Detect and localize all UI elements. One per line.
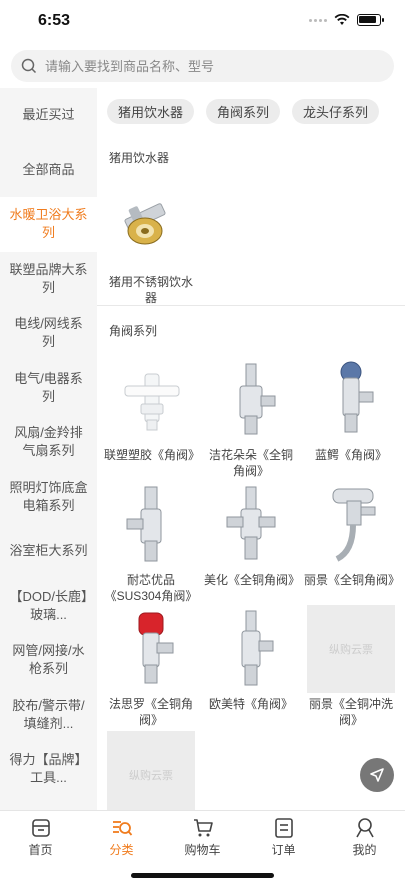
- tab-profile[interactable]: 我的: [324, 811, 405, 864]
- product-card[interactable]: 洁花朵朵《全铜角阀》: [203, 356, 299, 479]
- product-card[interactable]: 美化《全铜角阀》: [203, 481, 301, 588]
- product-name: 丽景《全铜冲洗阀》: [308, 697, 393, 727]
- profile-icon: [355, 818, 374, 838]
- product-name: 法思罗《全铜角阀》: [108, 697, 193, 727]
- product-image: [307, 356, 395, 444]
- product-name: 丽景《全铜角阀》: [304, 573, 401, 587]
- product-card[interactable]: 纵购云票 丽景《全铜冲洗阀》: [303, 605, 399, 728]
- home-indicator: [131, 873, 274, 878]
- chip-faucet[interactable]: 龙头仔系列: [292, 99, 380, 124]
- sidebar-item-hose[interactable]: 网管/网接/水枪系列: [0, 633, 97, 688]
- product-name: 洁花朵朵《全铜角阀》: [208, 448, 293, 478]
- product-name: 联塑塑胶《角阀》: [104, 448, 201, 462]
- wifi-icon: [334, 14, 350, 25]
- tab-orders[interactable]: 订单: [243, 811, 324, 864]
- product-card[interactable]: 欧美特《角阀》: [203, 605, 299, 712]
- product-image: [207, 481, 295, 569]
- section-title: 猪用饮水器: [109, 151, 170, 165]
- product-image: [207, 356, 295, 444]
- battery-icon: [357, 14, 384, 26]
- sidebar-item-recent[interactable]: 最近买过: [0, 88, 97, 143]
- tab-cart[interactable]: 购物车: [162, 811, 243, 864]
- divider: [97, 305, 405, 306]
- sidebar-item-electrical[interactable]: 电气/电器系列: [0, 361, 97, 416]
- product-image-placeholder: 纵购云票: [107, 731, 195, 810]
- product-name: 猪用不锈钢饮水器: [108, 275, 193, 305]
- product-content: 猪用饮水器 角阀系列 龙头仔系列 猪用饮水器 猪用不锈钢饮水器 角阀系列 联塑塑…: [97, 88, 405, 810]
- product-image: [107, 481, 195, 569]
- search-icon: [21, 58, 37, 74]
- cart-icon: [193, 819, 213, 837]
- orders-icon: [274, 818, 293, 838]
- status-bar: 6:53: [0, 0, 405, 44]
- product-card[interactable]: 纵购云票: [103, 731, 199, 810]
- tab-home[interactable]: 首页: [0, 811, 81, 864]
- product-card[interactable]: 耐芯优品《SUS304角阀》: [103, 481, 199, 604]
- sidebar-item-tape[interactable]: 胶布/警示带/填缝剂...: [0, 688, 97, 743]
- tab-label: 我的: [352, 843, 377, 857]
- sidebar-item-fans[interactable]: 风扇/金羚排气扇系列: [0, 415, 97, 470]
- bottom-tabbar: 首页 分类 购物车 订单 我的: [0, 810, 405, 864]
- sidebar-item-plumbing[interactable]: 水暖卫浴大系列: [0, 197, 97, 252]
- product-image: [107, 356, 195, 444]
- product-name: 美化《全铜角阀》: [204, 573, 301, 587]
- product-image: [207, 605, 295, 693]
- subcategory-chips: 猪用饮水器 角阀系列 龙头仔系列: [107, 99, 380, 124]
- tab-label: 订单: [271, 843, 296, 857]
- tab-label: 首页: [28, 843, 53, 857]
- product-image: [307, 481, 395, 569]
- product-card[interactable]: 丽景《全铜角阀》: [303, 481, 401, 588]
- signal-icon: [309, 18, 327, 22]
- send-icon: [370, 768, 384, 782]
- category-sidebar: 最近买过 全部商品 水暖卫浴大系列 联塑品牌大系列 电线/网线系列 电气/电器系…: [0, 88, 97, 810]
- search-bar[interactable]: [11, 50, 394, 82]
- tab-category[interactable]: 分类: [81, 811, 162, 864]
- sidebar-item-wires[interactable]: 电线/网线系列: [0, 306, 97, 361]
- product-card[interactable]: 蓝鳄《角阀》: [303, 356, 399, 463]
- product-image: [107, 183, 195, 271]
- product-card[interactable]: 法思罗《全铜角阀》: [103, 605, 199, 728]
- sidebar-item-deli-tools[interactable]: 得力【品牌】工具...: [0, 742, 97, 797]
- product-image-placeholder: 纵购云票: [307, 605, 395, 693]
- chip-pig-drinker[interactable]: 猪用饮水器: [107, 99, 195, 124]
- sidebar-item-all[interactable]: 全部商品: [0, 143, 97, 198]
- chip-angle-valve[interactable]: 角阀系列: [206, 99, 281, 124]
- category-icon: [112, 821, 132, 836]
- watermark-text: 纵购云票: [329, 644, 373, 656]
- product-image: [107, 605, 195, 693]
- sidebar-item-glass[interactable]: 【DOD/长鹿】玻璃...: [0, 579, 97, 634]
- product-card[interactable]: 联塑塑胶《角阀》: [103, 356, 201, 463]
- tab-label: 购物车: [184, 843, 221, 857]
- status-icons: [309, 14, 384, 26]
- watermark-text: 纵购云票: [129, 770, 173, 782]
- tab-label: 分类: [109, 843, 134, 857]
- section-title: 角阀系列: [109, 324, 158, 338]
- home-icon: [31, 819, 50, 837]
- search-input[interactable]: [45, 58, 365, 74]
- product-name: 蓝鳄《角阀》: [314, 448, 387, 462]
- product-name: 欧美特《角阀》: [208, 697, 293, 711]
- product-name: 耐芯优品《SUS304角阀》: [104, 573, 198, 603]
- sidebar-item-bathroom-cabinet[interactable]: 浴室柜大系列: [0, 524, 97, 579]
- product-card[interactable]: 猪用不锈钢饮水器: [103, 183, 199, 306]
- sidebar-item-more[interactable]: [0, 797, 97, 811]
- status-time: 6:53: [38, 12, 71, 29]
- sidebar-item-lighting[interactable]: 照明灯饰底盒电箱系列: [0, 470, 97, 525]
- share-button[interactable]: [360, 758, 394, 792]
- sidebar-item-liansu[interactable]: 联塑品牌大系列: [0, 252, 97, 307]
